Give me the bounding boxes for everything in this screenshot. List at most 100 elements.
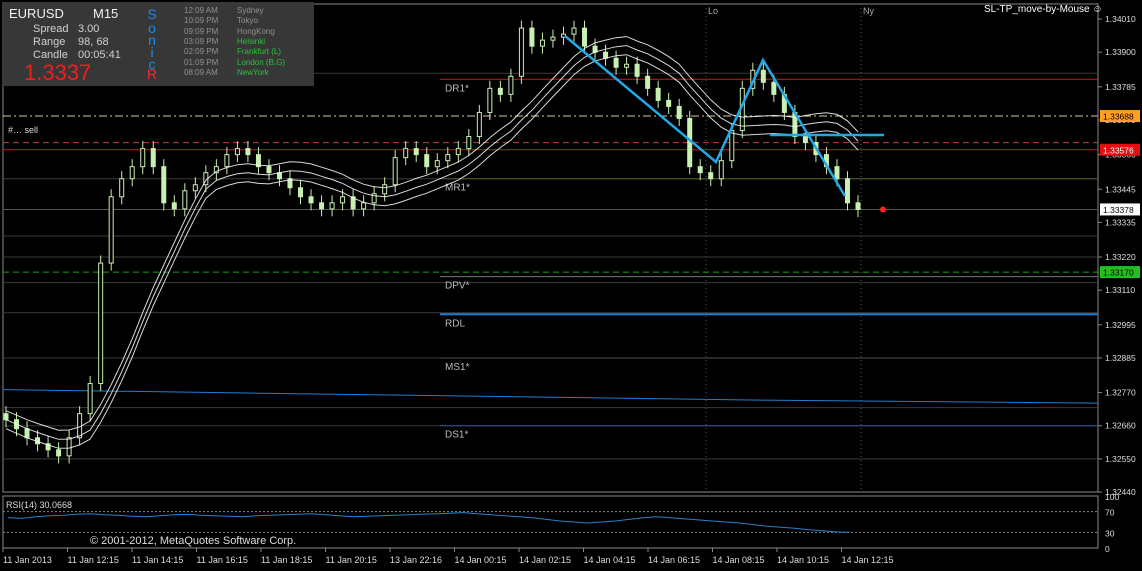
time-tick-label: 11 Jan 12:15	[68, 555, 119, 565]
order-sell-label[interactable]: #… sell	[8, 125, 38, 135]
candle-body	[676, 105, 682, 119]
session-marker-label: Ny	[863, 6, 874, 16]
ea-name: SL-TP_move-by-Mouse	[984, 4, 1090, 15]
candle-body	[550, 36, 556, 41]
candle-body	[403, 148, 409, 159]
candle-body	[87, 383, 93, 415]
candle-body	[108, 196, 114, 264]
candle-body	[645, 75, 651, 89]
timeframe-label: M15	[93, 6, 119, 21]
candle-body	[392, 157, 398, 186]
candle-body	[298, 187, 304, 198]
rsi-tick-label: 30	[1105, 528, 1115, 538]
candle-body	[613, 57, 619, 68]
trend-line[interactable]	[2, 389, 1099, 404]
time-tick-label: 14 Jan 04:15	[584, 555, 636, 565]
time-tick-label: 11 Jan 2013	[3, 555, 52, 565]
price-tick-label: 1.33900	[1105, 47, 1136, 57]
current-price-big: 1.3337	[24, 60, 92, 85]
candle-body	[834, 166, 840, 180]
time-tick-label: 11 Jan 18:15	[261, 555, 312, 565]
candle-body	[266, 166, 272, 174]
time-tick-label: 11 Jan 16:15	[197, 555, 248, 565]
price-label: 1.33688	[1103, 112, 1134, 122]
pivot-label: DS1*	[445, 430, 468, 441]
candle-body	[119, 178, 125, 198]
candle-body	[582, 27, 588, 47]
candle-body	[382, 184, 388, 195]
price-tick-label: 1.32770	[1105, 388, 1136, 398]
candle-body	[182, 190, 188, 210]
candle-body	[24, 428, 30, 439]
candle-body	[708, 172, 714, 180]
candle-body	[329, 202, 335, 210]
session-name: Sydney	[237, 6, 264, 15]
session-time: 03:09 PM	[184, 36, 219, 46]
range-value: 98, 68	[78, 36, 109, 48]
candle-body	[697, 166, 703, 174]
candle-body	[66, 437, 72, 457]
smiley-icon: ☺	[1092, 4, 1103, 15]
session-name: NewYork	[237, 67, 269, 77]
candle-body	[729, 130, 735, 162]
candle-body	[224, 154, 230, 168]
session-name: Frankfurt (L)	[237, 47, 282, 57]
candle-body	[171, 202, 177, 210]
candle-body	[518, 27, 524, 77]
price-tick-label: 1.32660	[1105, 421, 1136, 431]
price-tick-label: 1.33445	[1105, 184, 1136, 194]
candle-body	[844, 178, 850, 204]
session-time: 09:09 PM	[184, 26, 219, 36]
price-tick-label: 1.32550	[1105, 454, 1136, 464]
copyright-text: © 2001-2012, MetaQuotes Software Corp.	[90, 535, 297, 547]
price-tick-label: 1.34010	[1105, 14, 1136, 24]
candle-body	[150, 148, 156, 168]
candle-body	[466, 136, 472, 150]
time-tick-label: 14 Jan 10:15	[777, 555, 829, 565]
session-name: HongKong	[237, 26, 275, 36]
candle-body	[234, 148, 240, 156]
candle-body	[718, 160, 724, 180]
candle-body	[487, 87, 493, 113]
candle-body	[603, 51, 609, 59]
session-time: 10:09 PM	[184, 16, 219, 26]
candle-body	[508, 75, 514, 95]
session-time: 12:09 AM	[184, 6, 218, 15]
candle-body	[655, 87, 661, 101]
time-tick-label: 13 Jan 22:16	[390, 555, 442, 565]
candle-body	[340, 196, 346, 204]
candle-body	[361, 202, 367, 210]
price-tick-label: 1.32885	[1105, 353, 1136, 363]
price-label: 1.33170	[1103, 268, 1134, 278]
price-tick-label: 1.32995	[1105, 320, 1136, 330]
candle-body	[308, 196, 314, 204]
rsi-tick-label: 70	[1105, 508, 1115, 518]
rsi-tick-label: 100	[1105, 492, 1119, 502]
time-tick-label: 14 Jan 02:15	[519, 555, 571, 565]
price-marker-dot[interactable]	[880, 206, 886, 213]
candle-body	[140, 148, 146, 168]
candle-body	[771, 81, 777, 95]
pivot-label: RDL	[445, 318, 465, 329]
time-tick-label: 11 Jan 20:15	[326, 555, 377, 565]
pivot-label: DR1*	[445, 83, 469, 94]
candle-body	[666, 99, 672, 107]
candle-body	[571, 27, 577, 35]
ma-band-line	[5, 36, 859, 431]
symbol-label: EURUSD	[9, 6, 64, 21]
candle-body	[434, 160, 440, 168]
price-tick-label: 1.33110	[1105, 285, 1135, 295]
session-time: 02:09 PM	[184, 47, 219, 57]
candle-body	[445, 154, 451, 162]
candle-body	[624, 63, 630, 68]
candle-body	[497, 87, 503, 95]
ma-band-line	[5, 45, 859, 440]
session-time: 01:09 PM	[184, 57, 219, 67]
price-tick-label: 1.33335	[1105, 217, 1136, 227]
candle-body	[760, 69, 766, 83]
session-marker-label: Lo	[708, 6, 718, 16]
time-tick-label: 14 Jan 06:15	[648, 555, 700, 565]
rsi-label: RSI(14) 30.0668	[6, 500, 73, 510]
candle-body	[855, 202, 861, 210]
session-name: Tokyo	[237, 16, 258, 26]
